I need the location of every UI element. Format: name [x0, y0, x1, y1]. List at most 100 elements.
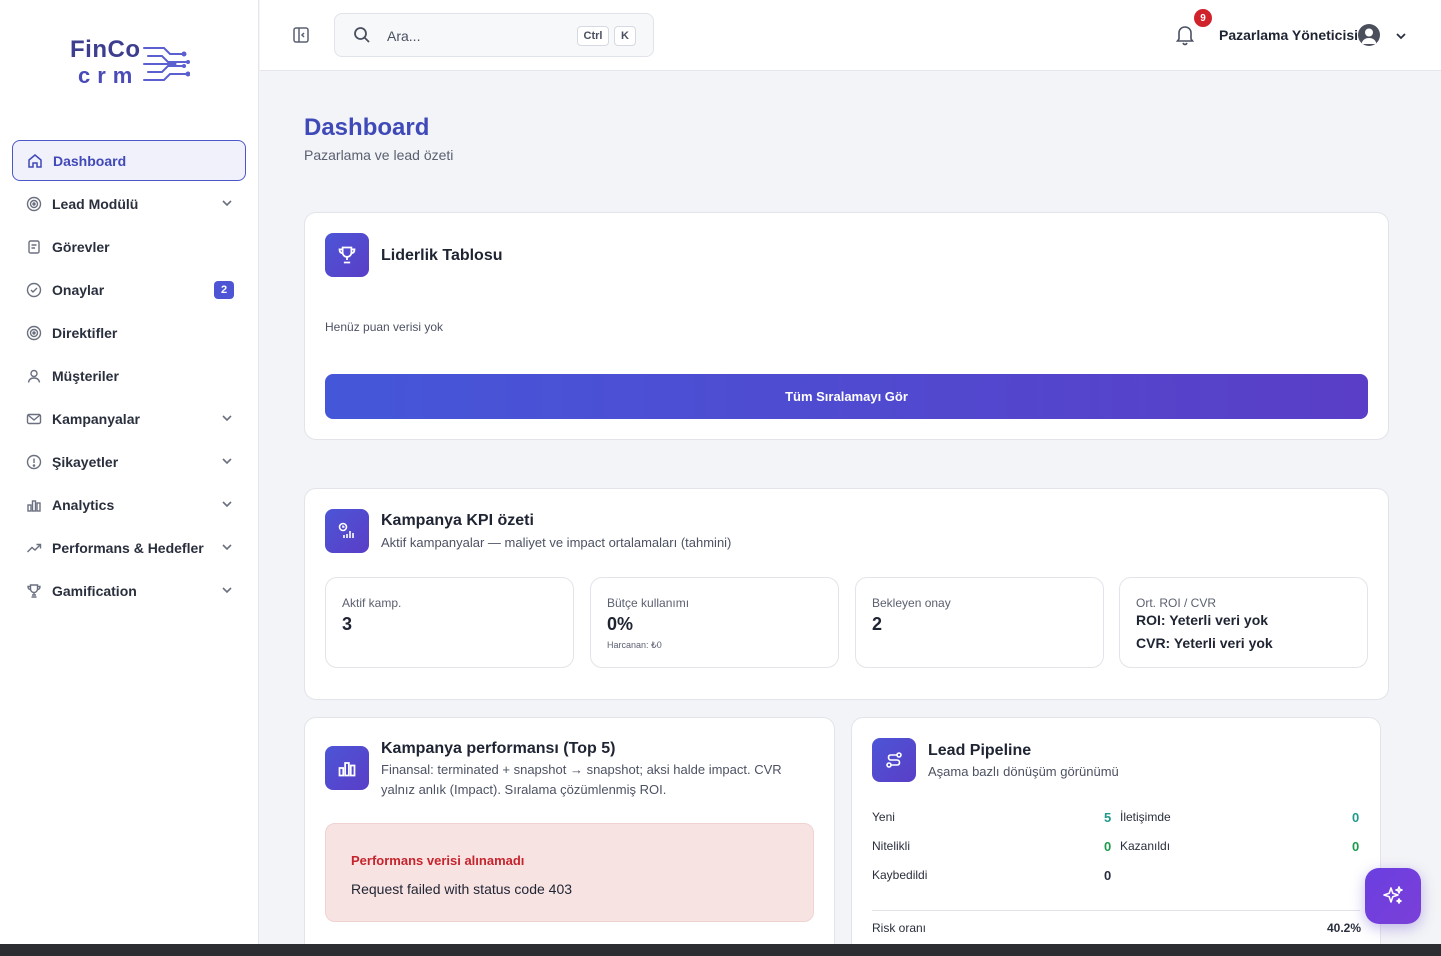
sidebar-item-musteriler[interactable]: Müşteriler — [12, 355, 246, 396]
target-icon — [26, 325, 42, 341]
pipeline-value-kaybedildi: 0 — [1104, 868, 1112, 883]
topbar: Ctrl K 9 Pazarlama Yöneticisi — [260, 0, 1441, 71]
check-circle-icon — [26, 282, 42, 298]
kpi-label: Bekleyen onay — [872, 596, 951, 610]
chevron-down-icon — [222, 544, 232, 551]
leaderboard-empty-text: Henüz puan verisi yok — [325, 320, 444, 334]
performance-card-icon-tile — [325, 746, 369, 790]
sidebar-item-label: Görevler — [52, 238, 110, 255]
bar-chart-icon — [338, 762, 356, 777]
page-title: Dashboard — [304, 114, 430, 141]
user-menu-chevron-down-icon[interactable] — [1394, 29, 1408, 43]
alert-circle-icon — [26, 454, 42, 470]
sidebar-item-gorevler[interactable]: Görevler — [12, 226, 246, 267]
kpi-value: 2 — [872, 614, 883, 634]
kpi-roi-line: ROI: Yeterli veri yok — [1136, 612, 1269, 628]
trending-up-icon — [26, 540, 42, 556]
shortcut-k-key: K — [614, 26, 636, 46]
pipeline-subtitle: Aşama bazlı dönüşüm görünümü — [928, 764, 1119, 779]
search-box[interactable]: Ctrl K — [334, 13, 654, 57]
analytics-chart-icon — [338, 522, 354, 538]
sidebar-item-label: Analytics — [52, 496, 115, 513]
kpi-label: Ort. ROI / CVR — [1136, 596, 1217, 610]
performance-error-alert: Performans verisi alınamadı Request fail… — [325, 823, 814, 922]
pipeline-divider — [872, 910, 1360, 911]
sidebar-item-label: Performans & Hedefler — [52, 539, 204, 556]
clipboard-icon — [26, 239, 42, 255]
chevron-down-icon — [222, 587, 232, 594]
sidebar-item-analytics[interactable]: Analytics — [12, 484, 246, 525]
sidebar-item-direktifler[interactable]: Direktifler — [12, 312, 246, 353]
notification-count-badge: 9 — [1194, 9, 1212, 27]
kpi-roi-cvr: Ort. ROI / CVR ROI: Yeterli veri yok CVR… — [1119, 577, 1368, 668]
finco-crm-logo[interactable]: FinCo crm — [70, 38, 200, 88]
user-name[interactable]: Pazarlama Yöneticisi — [1219, 27, 1358, 43]
pipeline-card-icon-tile — [872, 738, 916, 782]
leaderboard-card: Liderlik Tablosu Henüz puan verisi yok T… — [304, 212, 1389, 440]
trophy-icon — [26, 583, 42, 599]
campaign-performance-card: Kampanya performansı (Top 5) Finansal: t… — [304, 717, 835, 956]
sidebar-item-label: Gamification — [52, 582, 137, 599]
sidebar-item-dashboard[interactable]: Dashboard — [12, 140, 246, 181]
sidebar-toggle-icon[interactable] — [292, 26, 310, 44]
pipeline-value-nitelikli: 0 — [1104, 839, 1112, 854]
sidebar-item-gamification[interactable]: Gamification — [12, 570, 246, 611]
approvals-count-badge: 2 — [214, 281, 234, 299]
circuit-logo-icon — [143, 47, 190, 81]
sidebar-item-sikayetler[interactable]: Şikayetler — [12, 441, 246, 482]
pipeline-value-kazanildi: 0 — [1352, 839, 1360, 854]
pipeline-title: Lead Pipeline — [928, 742, 1032, 759]
chevron-down-icon — [222, 501, 232, 508]
pipeline-label-kaybedildi: Kaybedildi — [872, 868, 928, 882]
pipeline-label-iletisimde: İletişimde — [1120, 810, 1171, 824]
page-subtitle: Pazarlama ve lead özeti — [304, 147, 454, 163]
campaign-kpi-card: Kampanya KPI özeti Aktif kampanyalar — m… — [304, 488, 1389, 700]
sidebar-item-kampanyalar[interactable]: Kampanyalar — [12, 398, 246, 439]
bar-chart-icon — [26, 497, 42, 513]
pipeline-risk-label: Risk oranı — [872, 921, 927, 935]
kpi-label: Aktif kamp. — [342, 596, 402, 610]
sidebar-item-label: Dashboard — [53, 152, 127, 169]
bell-icon[interactable] — [1175, 24, 1195, 46]
kpi-subtitle: Aktif kampanyalar — maliyet ve impact or… — [381, 535, 732, 550]
performance-subtitle-line2: yalnız anlık (Impact). Sıralama çözümlen… — [381, 782, 667, 797]
performance-title: Kampanya performansı (Top 5) — [381, 740, 616, 757]
user-icon — [26, 368, 42, 384]
pipeline-label-nitelikli: Nitelikli — [872, 839, 911, 853]
performance-subtitle-line1: Finansal: terminated + snapshot → snapsh… — [381, 762, 782, 777]
sidebar-item-label: Lead Modülü — [52, 195, 139, 212]
sidebar-item-lead-modulu[interactable]: Lead Modülü — [12, 183, 246, 224]
chevron-down-icon — [222, 458, 232, 465]
avatar[interactable] — [1358, 24, 1380, 46]
kpi-cvr-line: CVR: Yeterli veri yok — [1136, 635, 1273, 651]
pipeline-label-yeni: Yeni — [872, 810, 895, 824]
shortcut-ctrl-key: Ctrl — [577, 26, 609, 46]
logo-line2: crm — [78, 63, 140, 88]
mail-icon — [26, 411, 42, 427]
sidebar-item-label: Onaylar — [52, 281, 105, 298]
ai-assistant-button[interactable] — [1365, 868, 1421, 924]
view-full-ranking-button[interactable]: Tüm Sıralamayı Gör — [325, 374, 1368, 419]
error-title: Performans verisi alınamadı — [351, 853, 525, 868]
kpi-spent-note: Harcanan: ₺0 — [607, 640, 662, 650]
pipeline-value-iletisimde: 0 — [1352, 810, 1360, 825]
sidebar-item-performans-hedefler[interactable]: Performans & Hedefler — [12, 527, 246, 568]
kpi-budget-usage: Bütçe kullanımı 0% Harcanan: ₺0 — [590, 577, 839, 668]
chevron-down-icon — [222, 415, 232, 422]
user-avatar-icon — [1361, 28, 1377, 44]
kpi-value: 0% — [607, 614, 634, 634]
sidebar: FinCo crm Dashboard Lead Modülü Görevler… — [0, 0, 259, 944]
lead-pipeline-card: Lead Pipeline Aşama bazlı dönüşüm görünü… — [851, 717, 1381, 956]
sidebar-item-label: Kampanyalar — [52, 410, 140, 427]
route-icon — [886, 752, 902, 768]
leaderboard-card-icon-tile — [325, 233, 369, 277]
home-icon — [27, 153, 43, 169]
search-icon — [354, 27, 370, 43]
sidebar-item-onaylar[interactable]: Onaylar 2 — [12, 269, 246, 310]
sidebar-item-label: Direktifler — [52, 324, 118, 341]
error-message: Request failed with status code 403 — [351, 881, 573, 897]
search-input[interactable] — [387, 24, 567, 48]
leaderboard-title: Liderlik Tablosu — [381, 247, 503, 264]
kpi-pending-approvals: Bekleyen onay 2 — [855, 577, 1104, 668]
kpi-active-campaigns: Aktif kamp. 3 — [325, 577, 574, 668]
